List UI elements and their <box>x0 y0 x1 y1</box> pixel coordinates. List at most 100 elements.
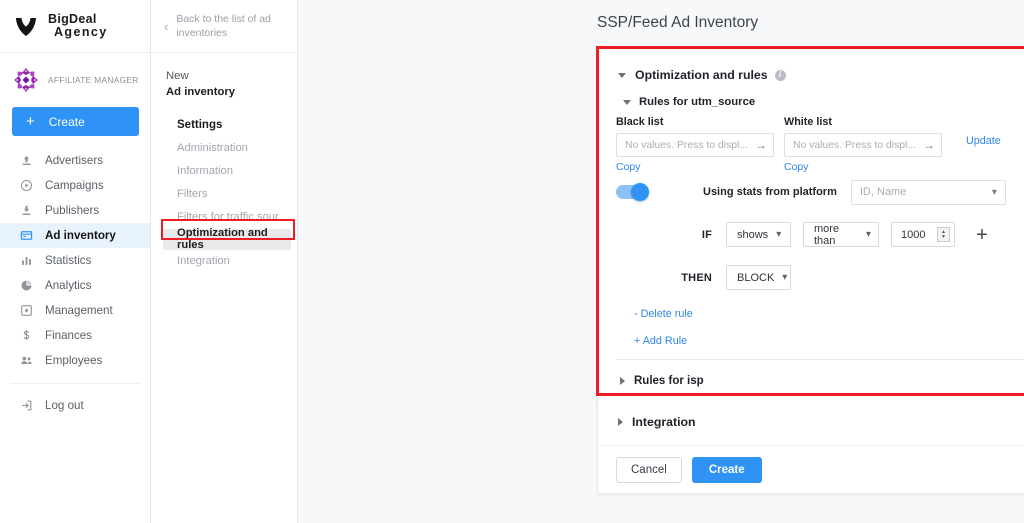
optimization-section-title: Optimization and rules <box>635 68 768 82</box>
app-root: BigDeal Agency AFFILIATE MANAGER + Creat… <box>0 0 1024 523</box>
black-list-label: Black list <box>616 116 664 128</box>
metric-select-value: shows <box>737 228 769 241</box>
sidebar-divider <box>10 383 140 384</box>
sidebar-item-ad-inventory[interactable]: Ad inventory <box>0 223 150 248</box>
sidebar-item-label: Campaigns <box>45 179 104 192</box>
brand-text: BigDeal Agency <box>48 12 108 39</box>
sidebar-item-label: Analytics <box>45 279 92 292</box>
sidebar-item-label: Advertisers <box>45 154 103 167</box>
sidebar-item-label: Log out <box>45 399 84 412</box>
lists-row: Black list No values. Press to displ... … <box>616 108 1024 175</box>
white-list-input[interactable]: No values. Press to displ... → <box>784 133 942 157</box>
form-footer: Cancel Create <box>598 446 1024 493</box>
then-action-row: THEN BLOCK ▾ <box>616 265 1024 290</box>
sidebar-item-management[interactable]: Management <box>0 298 150 323</box>
sidebar-item-label: Statistics <box>45 254 92 267</box>
subnav-item-information[interactable]: Information <box>151 160 297 183</box>
subnav-item-settings[interactable]: Settings <box>151 114 297 137</box>
square-dot-icon <box>19 303 34 318</box>
black-list-input[interactable]: No values. Press to displ... → <box>616 133 774 157</box>
chevron-down-icon: ▾ <box>782 272 788 283</box>
sidebar-item-label: Publishers <box>45 204 100 217</box>
toggle-knob <box>631 183 649 201</box>
stats-from-platform-label: Using stats from platform <box>703 186 837 198</box>
subnav-item-label: Filters for traffic sour... <box>177 211 288 224</box>
download-arrow-icon <box>19 203 34 218</box>
info-icon[interactable]: i <box>774 69 786 81</box>
sidebar-item-label: Ad inventory <box>45 229 116 242</box>
threshold-input[interactable]: 1000 ▲ ▼ <box>891 222 955 247</box>
list-actions: Update Reset <box>966 116 1024 147</box>
pinwheel-avatar-icon <box>11 65 41 95</box>
upload-arrow-icon <box>19 153 34 168</box>
sidebar-item-logout[interactable]: Log out <box>0 393 150 418</box>
create-submit-button[interactable]: Create <box>691 456 762 483</box>
chevron-right-icon <box>620 377 625 385</box>
sidebar-item-employees[interactable]: Employees <box>0 348 150 373</box>
sidebar-item-label: Management <box>45 304 113 317</box>
sidebar-item-campaigns[interactable]: Campaigns <box>0 173 150 198</box>
secondary-sidebar: ‹ Back to the list of ad inventories New… <box>151 0 298 523</box>
subnav-item-label: Information <box>177 165 233 178</box>
add-condition-button[interactable]: + <box>971 225 993 245</box>
optimization-section-header[interactable]: Optimization and rules i <box>598 47 1024 82</box>
sidebar-item-finances[interactable]: Finances <box>0 323 150 348</box>
metric-select[interactable]: shows ▾ <box>726 222 791 247</box>
subnav-item-optimization-and-rules[interactable]: Optimization and rules <box>163 227 291 252</box>
subnav-item-filters-traffic-sources[interactable]: Filters for traffic sour... <box>151 206 297 229</box>
back-to-list-link[interactable]: ‹ Back to the list of ad inventories <box>151 0 297 53</box>
update-link[interactable]: Update <box>966 135 1001 147</box>
chevron-down-icon <box>618 72 626 78</box>
white-list-copy-link[interactable]: Copy <box>784 161 809 173</box>
stats-from-platform-toggle[interactable] <box>616 183 649 201</box>
optimization-card: Optimization and rules i Rules for utm_s… <box>597 46 1024 408</box>
arrow-right-icon[interactable]: → <box>755 139 767 151</box>
chevron-down-icon: ▾ <box>865 229 871 240</box>
subnav-item-administration[interactable]: Administration <box>151 137 297 160</box>
bar-chart-icon <box>19 253 34 268</box>
delete-rule-link[interactable]: - Delete rule <box>616 308 1024 320</box>
brand-logo[interactable]: BigDeal Agency <box>0 0 150 53</box>
sidebar-item-publishers[interactable]: Publishers <box>0 198 150 223</box>
operator-select-value: more than <box>814 222 840 247</box>
action-select[interactable]: BLOCK ▾ <box>726 265 791 290</box>
platform-select[interactable]: ID, Name ▾ <box>850 179 1006 205</box>
rules-isp-title: Rules for isp <box>634 375 704 387</box>
rules-utm-source-body: Black list No values. Press to displ... … <box>598 108 1024 347</box>
subnav-title-line-2: Ad inventory <box>166 86 236 99</box>
brand-line-2: Agency <box>54 25 108 39</box>
integration-section-title: Integration <box>632 414 696 429</box>
white-list-column: White list No values. Press to displ... … <box>784 116 942 175</box>
integration-section-header[interactable]: Integration <box>598 398 1024 446</box>
if-condition-row: IF shows ▾ more than ▾ 1000 ▲ ▼ + <box>616 222 1024 247</box>
sidebar-item-analytics[interactable]: Analytics <box>0 273 150 298</box>
primary-sidebar: BigDeal Agency AFFILIATE MANAGER + Creat… <box>0 0 151 523</box>
cancel-button[interactable]: Cancel <box>616 456 682 483</box>
account-role-label: AFFILIATE MANAGER <box>48 75 139 85</box>
subnav-item-integration[interactable]: Integration <box>151 250 297 273</box>
sidebar-item-statistics[interactable]: Statistics <box>0 248 150 273</box>
stats-from-platform-row: Using stats from platform ID, Name ▾ <box>616 179 1024 205</box>
main-content: SSP/Feed Ad Inventory Optimization and r… <box>298 0 1024 523</box>
black-list-copy-link[interactable]: Copy <box>616 161 641 173</box>
subnav-item-filters[interactable]: Filters <box>151 183 297 206</box>
subnav-item-label: Integration <box>177 255 230 268</box>
sidebar-item-label: Employees <box>45 354 103 367</box>
sidebar-item-advertisers[interactable]: Advertisers <box>0 148 150 173</box>
if-label: IF <box>701 228 712 241</box>
chevron-down-icon: ▾ <box>776 229 782 240</box>
add-rule-link[interactable]: + Add Rule <box>616 335 1024 347</box>
spinner-updown-icon[interactable]: ▲ ▼ <box>937 227 950 242</box>
white-list-placeholder: No values. Press to displ... <box>793 139 917 151</box>
create-button-label: Create <box>48 114 85 129</box>
account-block[interactable]: AFFILIATE MANAGER <box>0 53 150 101</box>
operator-select[interactable]: more than ▾ <box>803 222 879 247</box>
subnav-item-label: Optimization and rules <box>177 227 268 252</box>
arrow-right-icon[interactable]: → <box>923 139 935 151</box>
rules-utm-source-header[interactable]: Rules for utm_source <box>598 82 1024 108</box>
integration-card: Integration Cancel Create <box>597 398 1024 494</box>
people-icon <box>19 353 34 368</box>
platform-select-placeholder: ID, Name <box>859 186 907 198</box>
create-button[interactable]: + Create <box>12 107 139 136</box>
subnav-item-label: Settings <box>177 119 223 132</box>
